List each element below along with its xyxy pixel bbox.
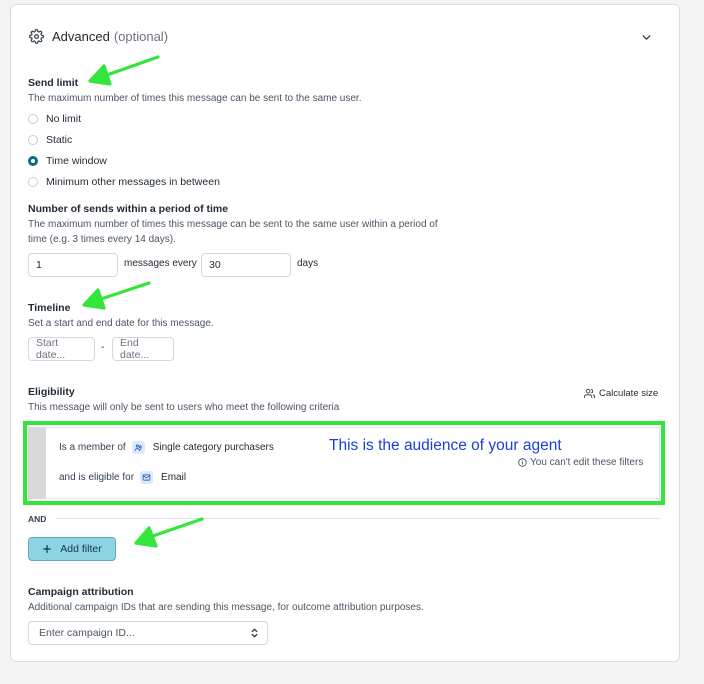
arrow-send-limit xyxy=(88,55,160,86)
arrow-add-filter xyxy=(134,517,204,548)
arrow-timeline xyxy=(82,281,151,310)
annotation-arrows xyxy=(82,55,204,548)
